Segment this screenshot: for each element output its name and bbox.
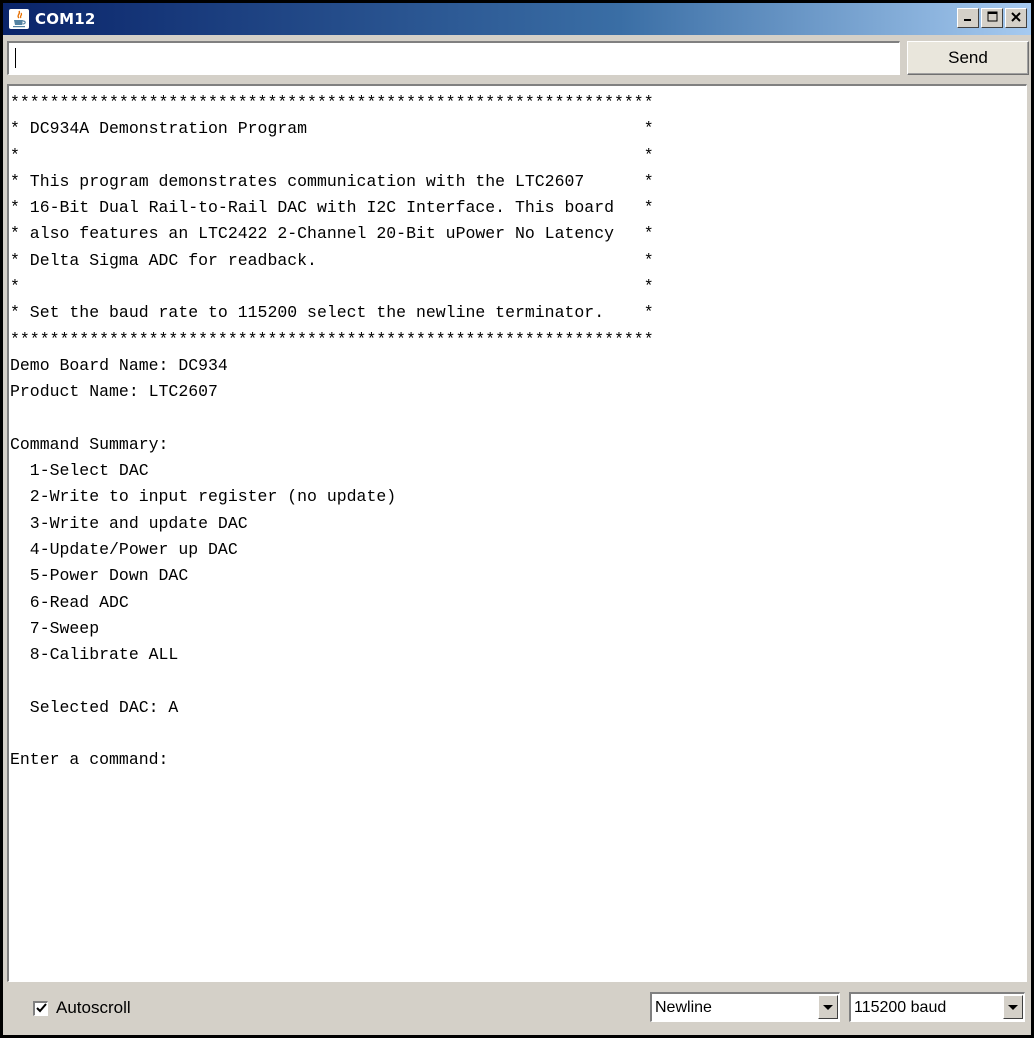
bottom-bar: Autoscroll Newline 115200 baud (3, 988, 1031, 1032)
java-icon (9, 9, 29, 29)
chevron-down-icon (823, 1004, 833, 1010)
baud-rate-value: 115200 baud (854, 998, 947, 1016)
window-controls (957, 8, 1027, 28)
minimize-icon (963, 11, 973, 26)
window-frame: COM12 Send *****************************… (3, 3, 1031, 1035)
line-ending-select[interactable]: Newline (650, 992, 840, 1022)
title-bar[interactable]: COM12 (3, 3, 1031, 35)
serial-monitor-window: COM12 Send *****************************… (0, 0, 1034, 1038)
serial-output[interactable]: ****************************************… (7, 84, 1027, 982)
maximize-icon (987, 11, 998, 26)
chevron-down-icon (1008, 1004, 1018, 1010)
text-caret (15, 48, 16, 68)
minimize-button[interactable] (957, 8, 979, 28)
maximize-button[interactable] (981, 8, 1003, 28)
send-row: Send (7, 41, 1029, 77)
close-icon (1011, 11, 1021, 26)
window-title: COM12 (35, 10, 96, 28)
send-button[interactable]: Send (907, 41, 1029, 75)
baud-rate-select[interactable]: 115200 baud (849, 992, 1025, 1022)
checkmark-icon (35, 1003, 47, 1013)
baud-rate-dropdown-button[interactable] (1003, 995, 1023, 1019)
line-ending-value: Newline (655, 998, 712, 1016)
autoscroll-toggle[interactable]: Autoscroll (33, 998, 131, 1018)
autoscroll-checkbox[interactable] (33, 1000, 48, 1016)
serial-input[interactable] (7, 41, 900, 75)
line-ending-dropdown-button[interactable] (818, 995, 838, 1019)
close-button[interactable] (1005, 8, 1027, 28)
autoscroll-label: Autoscroll (56, 998, 131, 1017)
serial-output-text: ****************************************… (10, 93, 654, 770)
